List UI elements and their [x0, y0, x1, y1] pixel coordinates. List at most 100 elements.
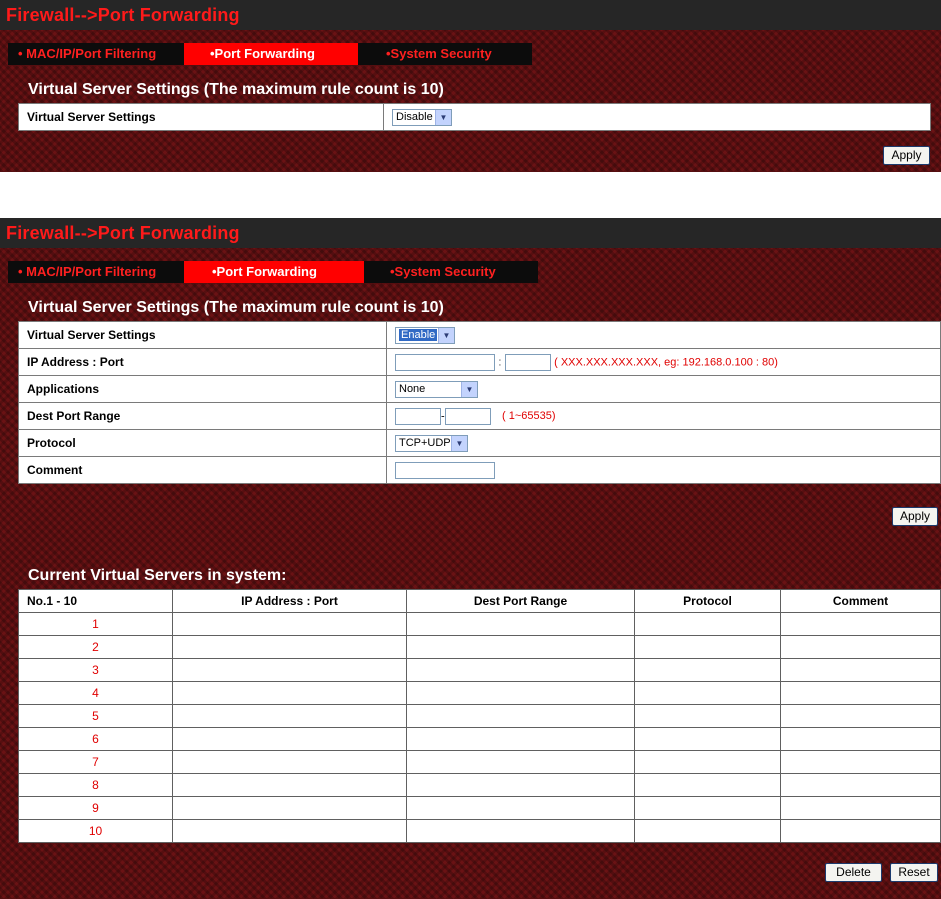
comment-cell: [386, 456, 941, 484]
chevron-down-icon: ▼: [451, 435, 467, 451]
applications-cell: None ▼: [386, 375, 941, 403]
port-input[interactable]: [504, 353, 551, 371]
row-comment: [780, 796, 941, 820]
port-range-start-input[interactable]: [395, 407, 441, 425]
row-protocol: [634, 750, 781, 774]
column-header-ip-port: IP Address : Port: [172, 589, 407, 613]
ip-address-input[interactable]: [395, 353, 495, 371]
select-value: Enable: [399, 329, 438, 341]
table-row: 10: [18, 819, 941, 843]
form-row-applications: Applications None ▼: [18, 375, 941, 403]
applications-select[interactable]: None ▼: [395, 380, 478, 398]
section-title: Virtual Server Settings (The maximum rul…: [28, 299, 444, 316]
page-title: Firewall-->Port Forwarding: [0, 0, 941, 30]
table-row: 6: [18, 727, 941, 751]
row-ip-port: [172, 773, 407, 797]
bottom-panel: Firewall-->Port Forwarding • MAC/IP/Port…: [0, 218, 941, 899]
apply-button[interactable]: Apply: [883, 146, 930, 165]
row-comment: [780, 612, 941, 636]
chevron-down-icon: ▼: [435, 109, 451, 125]
row-comment: [780, 819, 941, 843]
form-row-protocol: Protocol TCP+UDP ▼: [18, 429, 941, 457]
protocol-select[interactable]: TCP+UDP ▼: [395, 434, 468, 452]
virtual-server-settings-cell: Disable ▼: [383, 103, 931, 131]
current-servers-title: Current Virtual Servers in system:: [28, 567, 287, 584]
row-protocol: [634, 796, 781, 820]
table-row: 9: [18, 796, 941, 820]
table-row: 8: [18, 773, 941, 797]
apply-button[interactable]: Apply: [892, 507, 938, 526]
setting-row: Virtual Server Settings Disable ▼: [18, 103, 931, 131]
virtual-server-settings-label: Virtual Server Settings: [18, 103, 384, 131]
chevron-down-icon: ▼: [438, 327, 454, 343]
reset-button[interactable]: Reset: [890, 863, 938, 882]
row-number: 10: [18, 819, 173, 843]
settings-form: Virtual Server Settings Enable ▼ IP Addr…: [18, 321, 941, 484]
row-comment: [780, 750, 941, 774]
row-dest-port-range: [406, 635, 635, 659]
chevron-down-icon: ▼: [461, 381, 477, 397]
select-value: TCP+UDP: [399, 437, 451, 449]
row-comment: [780, 658, 941, 682]
page-title: Firewall-->Port Forwarding: [0, 218, 941, 248]
row-number: 9: [18, 796, 173, 820]
row-protocol: [634, 658, 781, 682]
protocol-label: Protocol: [18, 429, 387, 457]
row-number: 8: [18, 773, 173, 797]
section-title: Virtual Server Settings (The maximum rul…: [28, 81, 444, 98]
row-ip-port: [172, 681, 407, 705]
tab-mac-ip-port-filtering[interactable]: • MAC/IP/Port Filtering: [8, 43, 184, 65]
row-number: 6: [18, 727, 173, 751]
row-comment: [780, 773, 941, 797]
tab-port-forwarding[interactable]: •Port Forwarding: [184, 261, 364, 283]
column-header-protocol: Protocol: [634, 589, 781, 613]
applications-label: Applications: [18, 375, 387, 403]
ip-format-hint: ( XXX.XXX.XXX.XXX, eg: 192.168.0.100 : 8…: [554, 356, 778, 368]
row-number: 4: [18, 681, 173, 705]
row-protocol: [634, 635, 781, 659]
row-protocol: [634, 681, 781, 705]
row-dest-port-range: [406, 773, 635, 797]
virtual-server-select[interactable]: Enable ▼: [395, 326, 455, 344]
table-row: 7: [18, 750, 941, 774]
row-ip-port: [172, 750, 407, 774]
row-dest-port-range: [406, 612, 635, 636]
form-row-ip-port: IP Address : Port : ( XXX.XXX.XXX.XXX, e…: [18, 348, 941, 376]
row-dest-port-range: [406, 658, 635, 682]
port-range-end-input[interactable]: [444, 407, 491, 425]
tab-bar: • MAC/IP/Port Filtering •Port Forwarding…: [8, 43, 532, 65]
comment-input[interactable]: [395, 461, 495, 479]
table-row: 5: [18, 704, 941, 728]
row-number: 7: [18, 750, 173, 774]
delete-button[interactable]: Delete: [825, 863, 882, 882]
tab-system-security[interactable]: •System Security: [364, 261, 538, 283]
row-ip-port: [172, 727, 407, 751]
virtual-server-select[interactable]: Disable ▼: [392, 108, 452, 126]
column-header-no: No.1 - 10: [18, 589, 173, 613]
dest-port-range-cell: - ( 1~65535): [386, 402, 941, 430]
protocol-cell: TCP+UDP ▼: [386, 429, 941, 457]
row-ip-port: [172, 796, 407, 820]
tab-bar: • MAC/IP/Port Filtering •Port Forwarding…: [8, 261, 538, 283]
select-value: Disable: [396, 111, 433, 123]
row-protocol: [634, 819, 781, 843]
row-number: 1: [18, 612, 173, 636]
row-comment: [780, 727, 941, 751]
ip-address-port-label: IP Address : Port: [18, 348, 387, 376]
tab-system-security[interactable]: •System Security: [358, 43, 532, 65]
tab-port-forwarding[interactable]: •Port Forwarding: [184, 43, 358, 65]
tab-mac-ip-port-filtering[interactable]: • MAC/IP/Port Filtering: [8, 261, 184, 283]
row-dest-port-range: [406, 750, 635, 774]
row-comment: [780, 635, 941, 659]
row-ip-port: [172, 704, 407, 728]
row-dest-port-range: [406, 796, 635, 820]
row-protocol: [634, 704, 781, 728]
virtual-server-settings-cell: Enable ▼: [386, 321, 941, 349]
form-row-virtual-server: Virtual Server Settings Enable ▼: [18, 321, 941, 349]
settings-table: Virtual Server Settings Disable ▼: [18, 103, 931, 131]
form-row-comment: Comment: [18, 456, 941, 484]
row-protocol: [634, 727, 781, 751]
table-row: 4: [18, 681, 941, 705]
row-number: 2: [18, 635, 173, 659]
row-dest-port-range: [406, 681, 635, 705]
